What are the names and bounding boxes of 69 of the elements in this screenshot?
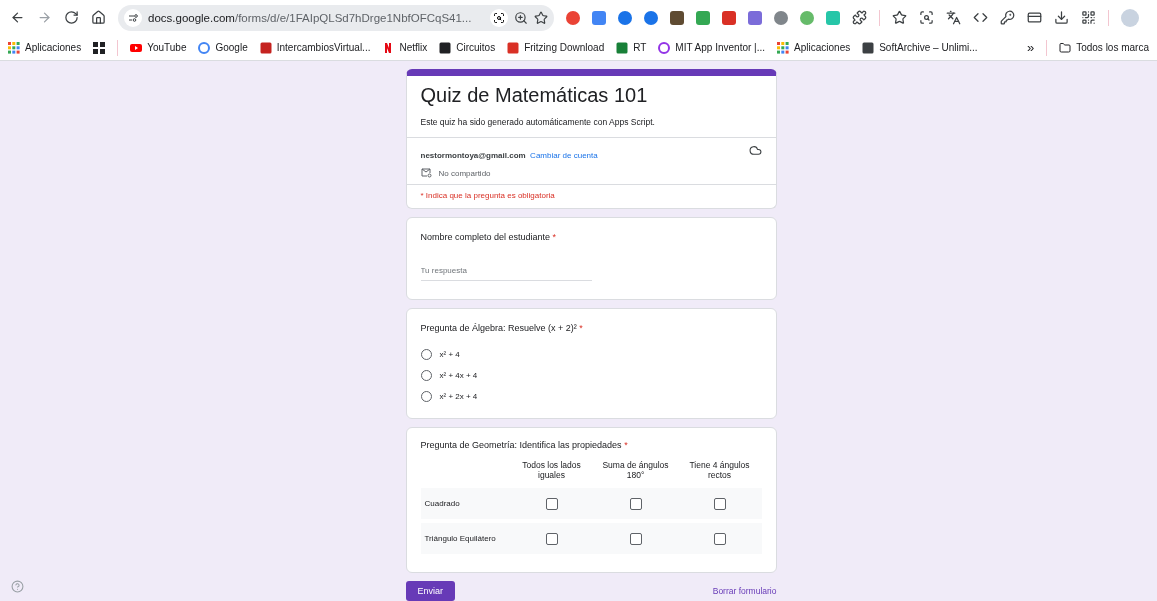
- bookmark[interactable]: YouTube: [130, 41, 187, 54]
- checkbox[interactable]: [629, 497, 642, 510]
- key-icon[interactable]: [1000, 10, 1015, 26]
- reload-icon[interactable]: [64, 10, 79, 26]
- sharing-status: No compartido: [438, 168, 491, 178]
- checkbox[interactable]: [629, 532, 642, 545]
- row-label: Cuadrado: [420, 488, 510, 519]
- option-label: x² + 4: [439, 350, 460, 359]
- all-bookmarks-folder[interactable]: Todos los marca: [1059, 41, 1149, 54]
- card-icon[interactable]: [1027, 10, 1042, 26]
- account-email: nestormontoya@gmail.com: [420, 151, 526, 160]
- checkbox[interactable]: [545, 532, 558, 545]
- grid-icon[interactable]: [93, 41, 106, 54]
- lens-icon[interactable]: [919, 10, 934, 26]
- star-icon[interactable]: [892, 10, 907, 26]
- checkbox[interactable]: [713, 532, 726, 545]
- extension-icon[interactable]: [748, 10, 762, 25]
- column-header: Tiene 4 ángulos rectos: [688, 460, 751, 482]
- extension-icon[interactable]: [592, 10, 606, 25]
- extension-icon[interactable]: [566, 10, 580, 25]
- favicon: [777, 41, 790, 54]
- zoom-icon[interactable]: [514, 10, 528, 25]
- submit-button[interactable]: Enviar: [405, 581, 455, 601]
- question-title: Nombre completo del estudiante *: [420, 232, 558, 242]
- checkbox[interactable]: [545, 497, 558, 510]
- folder-icon: [1059, 41, 1072, 54]
- back-icon[interactable]: [10, 10, 25, 26]
- translate-icon[interactable]: [946, 10, 961, 26]
- more-bookmarks-button[interactable]: »: [1026, 40, 1035, 56]
- bookmark[interactable]: Circuitos: [439, 41, 496, 54]
- bookmark[interactable]: RT: [616, 41, 647, 54]
- option-label: x² + 4x + 4: [439, 371, 478, 380]
- bookmark[interactable]: Aplicaciones: [777, 41, 851, 54]
- bookmark[interactable]: Fritzing Download: [507, 41, 605, 54]
- bookmark[interactable]: SoftArchive – Unlimi...: [862, 41, 978, 54]
- bookmark[interactable]: IntercambiosVirtual...: [259, 41, 371, 54]
- bookmark-star-icon[interactable]: [534, 10, 548, 25]
- favicon: [8, 41, 20, 54]
- bookmark[interactable]: Google: [198, 41, 248, 54]
- bookmark[interactable]: Aplicaciones: [8, 41, 82, 54]
- extension-icon[interactable]: [774, 10, 788, 25]
- cloud-icon: [748, 144, 762, 157]
- row-label: Triángulo Equilátero: [420, 523, 510, 554]
- site-settings-icon[interactable]: [124, 8, 142, 27]
- extension-icon[interactable]: [644, 10, 658, 25]
- form-description: Este quiz ha sido generado automáticamente con Apps Script.: [406, 107, 776, 138]
- question-title: Pregunta de Geometría: Identifica las propiedades *: [420, 440, 629, 450]
- required-note: * Indica que la pregunta es obligatoria: [419, 190, 556, 202]
- address-bar[interactable]: docs.google.com/forms/d/e/1FAIpQLSd7hDrge1NbfOFCqS41...: [118, 4, 554, 31]
- clear-form-link[interactable]: Borrar formulario: [712, 586, 777, 596]
- switch-account-link[interactable]: Cambiar de cuenta: [530, 151, 598, 160]
- extension-icon[interactable]: [722, 10, 736, 25]
- form-title: Quiz de Matemáticas 101: [419, 83, 649, 107]
- forward-icon[interactable]: [37, 10, 52, 26]
- bookmark[interactable]: Netflix: [382, 41, 428, 54]
- extension-icon[interactable]: [618, 10, 632, 25]
- lens-icon[interactable]: [490, 8, 508, 27]
- question-title: Pregunta de Álgebra: Resuelve (x + 2)² *: [420, 323, 584, 333]
- extensions-icon[interactable]: [852, 10, 867, 26]
- extension-icon[interactable]: [670, 10, 684, 25]
- column-header: Todos los lados iguales: [521, 460, 582, 482]
- download-icon[interactable]: [1054, 10, 1069, 26]
- option-label: x² + 2x + 4: [439, 392, 478, 401]
- column-header: Suma de ángulos 180°: [601, 460, 670, 482]
- checkbox[interactable]: [713, 497, 726, 510]
- mail-settings-icon: [420, 168, 432, 178]
- home-icon[interactable]: [91, 10, 106, 26]
- bookmark[interactable]: MIT App Inventor |...: [658, 41, 766, 54]
- qr-code-icon[interactable]: [1081, 10, 1096, 26]
